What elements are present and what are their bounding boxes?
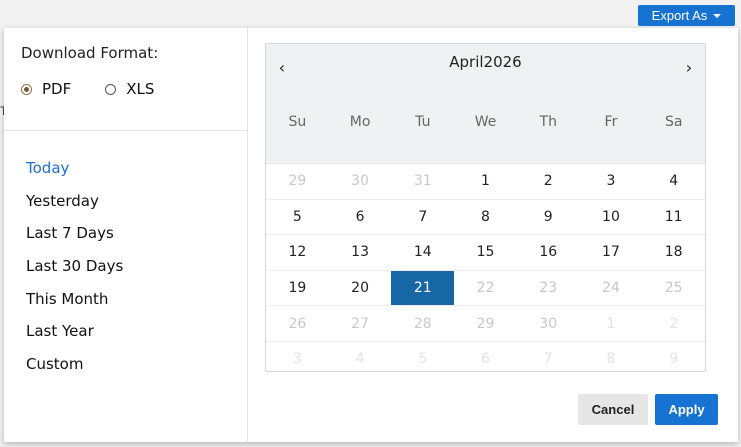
range-item-custom[interactable]: Custom bbox=[26, 352, 123, 385]
range-item-last-7-days[interactable]: Last 7 Days bbox=[26, 221, 123, 254]
week-row: 29 30 31 1 2 3 4 bbox=[266, 164, 705, 200]
day-cell[interactable]: 2 bbox=[517, 164, 580, 199]
day-cell[interactable]: 29 bbox=[266, 164, 329, 199]
chevron-right-icon[interactable]: › bbox=[679, 56, 699, 78]
weekday-label: Mo bbox=[349, 114, 371, 130]
day-cell[interactable]: 5 bbox=[391, 342, 454, 377]
month-title: April2026 bbox=[449, 53, 522, 71]
xls-radio-label[interactable]: XLS bbox=[126, 80, 154, 98]
day-cell[interactable]: 22 bbox=[454, 271, 517, 306]
day-cell[interactable]: 7 bbox=[517, 342, 580, 377]
apply-button[interactable]: Apply bbox=[655, 394, 718, 425]
xls-radio[interactable] bbox=[105, 83, 117, 95]
range-item-today[interactable]: Today bbox=[26, 156, 123, 189]
day-cell[interactable]: 30 bbox=[329, 164, 392, 199]
day-cell[interactable]: 31 bbox=[391, 164, 454, 199]
caret-down-icon bbox=[713, 13, 722, 18]
day-cell[interactable]: 4 bbox=[329, 342, 392, 377]
day-cell[interactable]: 5 bbox=[266, 200, 329, 235]
range-item-this-month[interactable]: This Month bbox=[26, 287, 123, 320]
week-row: 26 27 28 29 30 1 2 bbox=[266, 306, 705, 342]
range-item-last-30-days[interactable]: Last 30 Days bbox=[26, 254, 123, 287]
weekday-label: Su bbox=[288, 114, 307, 130]
weekday-label: Tu bbox=[415, 114, 431, 130]
day-cell[interactable]: 11 bbox=[642, 200, 705, 235]
top-bar: Export As bbox=[0, 0, 741, 28]
week-row: 5 6 7 8 9 10 11 bbox=[266, 200, 705, 236]
day-cell[interactable]: 13 bbox=[329, 235, 392, 270]
calendar-header: ‹ April2026 › Su Mo Tu We Th Fr Sa bbox=[266, 44, 705, 164]
day-cell[interactable]: 9 bbox=[517, 200, 580, 235]
day-cell[interactable]: 23 bbox=[517, 271, 580, 306]
day-cell[interactable]: 6 bbox=[454, 342, 517, 377]
day-cell[interactable]: 8 bbox=[454, 200, 517, 235]
export-as-label: Export As bbox=[651, 8, 708, 23]
export-as-button[interactable]: Export As bbox=[638, 5, 735, 26]
day-cell[interactable]: 19 bbox=[266, 271, 329, 306]
day-grid: 29 30 31 1 2 3 4 5 6 7 8 9 10 11 12 13 14 15 16 17 18 19 20 21 2… bbox=[266, 164, 705, 377]
format-radio-group: PDF XLS bbox=[21, 80, 188, 98]
day-cell[interactable]: 18 bbox=[642, 235, 705, 270]
day-cell[interactable]: 6 bbox=[329, 200, 392, 235]
day-cell[interactable]: 16 bbox=[517, 235, 580, 270]
day-cell[interactable]: 12 bbox=[266, 235, 329, 270]
day-cell[interactable]: 8 bbox=[580, 342, 643, 377]
day-cell[interactable]: 20 bbox=[329, 271, 392, 306]
day-cell[interactable]: 28 bbox=[391, 306, 454, 341]
date-range-list: Today Yesterday Last 7 Days Last 30 Days Thi… bbox=[26, 156, 123, 385]
day-cell[interactable]: 7 bbox=[391, 200, 454, 235]
range-item-yesterday[interactable]: Yesterday bbox=[26, 189, 123, 222]
selected-day-cell[interactable]: 21 bbox=[391, 270, 455, 306]
day-cell[interactable]: 29 bbox=[454, 306, 517, 341]
day-cell[interactable]: 17 bbox=[580, 235, 643, 270]
options-column: Download Format: PDF XLS Today Yesterday L… bbox=[4, 28, 248, 442]
day-cell[interactable]: 30 bbox=[517, 306, 580, 341]
week-row: 12 13 14 15 16 17 18 bbox=[266, 235, 705, 271]
weekday-label: Sa bbox=[664, 114, 683, 130]
day-cell[interactable]: 1 bbox=[454, 164, 517, 199]
cancel-button[interactable]: Cancel bbox=[578, 394, 648, 425]
pdf-radio[interactable] bbox=[21, 83, 32, 95]
day-cell[interactable]: 3 bbox=[580, 164, 643, 199]
day-cell[interactable]: 25 bbox=[642, 271, 705, 306]
weekday-label: Th bbox=[539, 114, 557, 130]
download-format-title: Download Format: bbox=[21, 44, 159, 62]
day-cell[interactable]: 3 bbox=[266, 342, 329, 377]
range-item-last-year[interactable]: Last Year bbox=[26, 319, 123, 352]
weekday-label: We bbox=[474, 114, 497, 130]
export-dialog: Download Format: PDF XLS Today Yesterday L… bbox=[4, 28, 738, 442]
divider bbox=[4, 130, 247, 131]
day-cell[interactable]: 27 bbox=[329, 306, 392, 341]
day-cell[interactable]: 9 bbox=[642, 342, 705, 377]
week-row: 19 20 21 22 23 24 25 bbox=[266, 270, 705, 307]
day-cell[interactable]: 15 bbox=[454, 235, 517, 270]
weekday-header: Su Mo Tu We Th Fr Sa bbox=[266, 114, 705, 130]
day-cell[interactable]: 4 bbox=[642, 164, 705, 199]
day-cell[interactable]: 2 bbox=[642, 306, 705, 341]
day-cell[interactable]: 1 bbox=[580, 306, 643, 341]
day-cell[interactable]: 26 bbox=[266, 306, 329, 341]
weekday-label: Fr bbox=[604, 114, 618, 130]
day-cell[interactable]: 14 bbox=[391, 235, 454, 270]
day-cell[interactable]: 24 bbox=[580, 271, 643, 306]
calendar: ‹ April2026 › Su Mo Tu We Th Fr Sa 29 30 31 1 2 3 4 5… bbox=[265, 43, 706, 372]
pdf-radio-label[interactable]: PDF bbox=[42, 80, 71, 98]
day-cell[interactable]: 10 bbox=[580, 200, 643, 235]
week-row: 3456789 bbox=[266, 342, 705, 377]
